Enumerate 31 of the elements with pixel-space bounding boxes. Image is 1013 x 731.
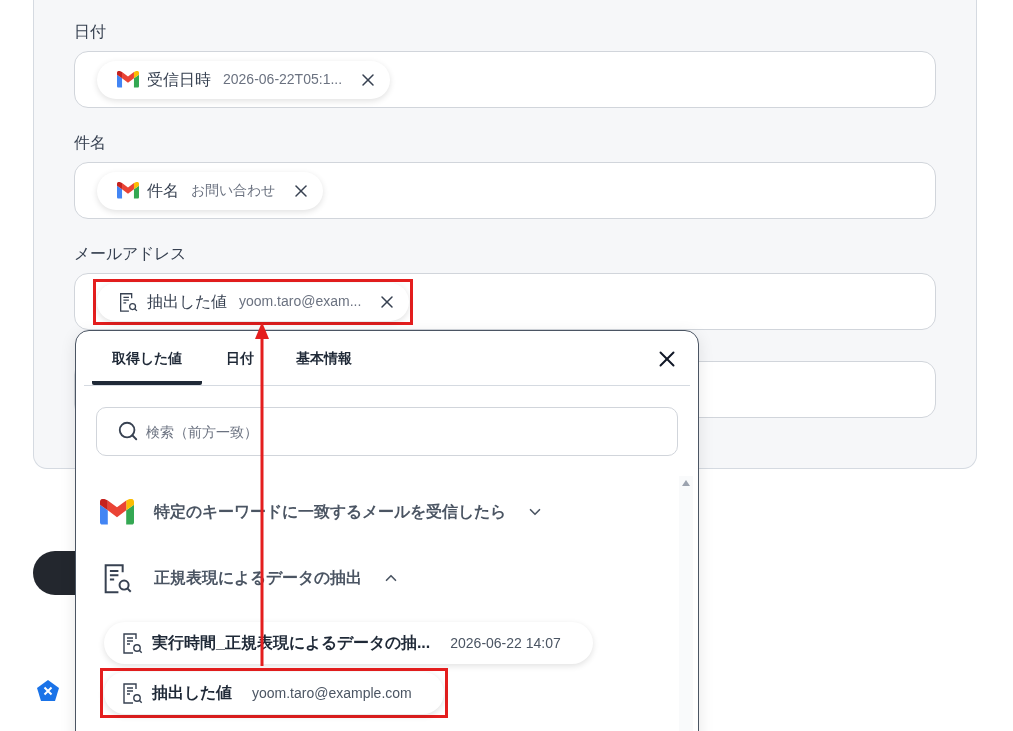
- chip-name: 件名: [147, 180, 179, 201]
- value-chip[interactable]: 件名 お問い合わせ: [97, 171, 323, 210]
- token-field[interactable]: 受信日時 2026-06-22T05:1...: [74, 51, 936, 108]
- document-search-icon: [117, 290, 139, 313]
- option-value: yoom.taro@example.com: [252, 683, 412, 703]
- search-field[interactable]: 検索（前方一致）: [96, 407, 678, 456]
- field-label: メールアドレス: [74, 244, 187, 264]
- field-label: 件名: [74, 133, 107, 153]
- chip-name: 抽出した値: [147, 291, 227, 312]
- value-chip[interactable]: 抽出した値 yoom.taro@exam...: [97, 282, 410, 321]
- mail-logo-icon: [117, 182, 139, 199]
- document-search-icon: [120, 631, 144, 655]
- token-field[interactable]: 抽出した値 yoom.taro@exam...: [74, 273, 936, 330]
- chip-name: 受信日時: [147, 69, 211, 90]
- search-icon: [117, 420, 139, 442]
- token-field[interactable]: 件名 お問い合わせ: [74, 162, 936, 219]
- value-chip[interactable]: 受信日時 2026-06-22T05:1...: [97, 60, 391, 99]
- chip-value: お問い合わせ: [191, 181, 275, 200]
- tab[interactable]: 基本情報: [294, 335, 354, 385]
- option-name: 抽出した値: [152, 683, 232, 703]
- option-value: 2026-06-22 14:07: [450, 633, 561, 653]
- document-search-icon: [120, 681, 144, 705]
- tab[interactable]: 日付: [224, 335, 256, 385]
- chip-value: yoom.taro@exam...: [239, 292, 362, 311]
- chip-value: 2026-06-22T05:1...: [223, 70, 343, 89]
- mail-logo-icon: [100, 499, 134, 525]
- pentagon-badge-icon: [36, 679, 60, 703]
- tab[interactable]: 取得した値: [92, 335, 202, 385]
- value-option[interactable]: 抽出した値 yoom.taro@example.com: [104, 672, 444, 714]
- mail-logo-icon: [117, 71, 139, 88]
- field-label: 日付: [74, 22, 107, 42]
